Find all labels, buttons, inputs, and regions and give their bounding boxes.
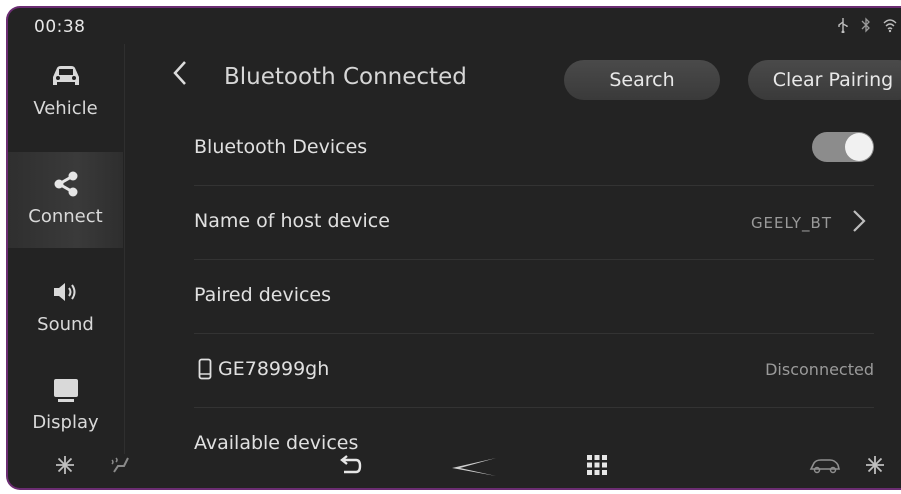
home-logo-icon[interactable] (448, 456, 498, 482)
wifi-icon (883, 17, 897, 37)
bluetooth-toggle[interactable] (812, 132, 874, 162)
speaker-icon (51, 276, 81, 308)
section-label: Paired devices (194, 284, 332, 306)
sidebar-item-label: Sound (37, 314, 94, 335)
back-button[interactable] (170, 58, 194, 88)
host-device-row[interactable]: Name of host device GEELY_BT (194, 186, 874, 260)
page-title: Bluetooth Connected (224, 64, 467, 90)
car-climate-icon[interactable] (808, 454, 842, 480)
sidebar-item-connect[interactable]: Connect (8, 152, 123, 248)
device-name: GE78999gh (218, 358, 330, 380)
bluetooth-devices-row[interactable]: Bluetooth Devices (194, 112, 874, 186)
row-label: Bluetooth Devices (194, 136, 368, 158)
fan-right-icon[interactable] (864, 454, 886, 480)
usb-icon (837, 17, 849, 37)
clear-pairing-button[interactable]: Clear Pairing (748, 60, 901, 100)
paired-device-item[interactable]: GE78999gh Disconnected (194, 334, 874, 408)
paired-devices-header: Paired devices (194, 260, 874, 334)
seat-heat-icon[interactable] (108, 454, 134, 480)
screen-frame: 00:38 Vehicle Connect Sound Display Blue… (0, 0, 901, 494)
row-label: Name of host device (194, 210, 390, 232)
fan-left-icon[interactable] (54, 454, 76, 480)
bluetooth-icon (861, 17, 871, 37)
bluetooth-settings-list: Bluetooth Devices Name of host device GE… (194, 112, 874, 481)
bottom-bar (8, 448, 901, 488)
sidebar-item-label: Connect (28, 206, 103, 227)
clock: 00:38 (34, 17, 86, 37)
toggle-knob (845, 133, 873, 161)
status-icons (837, 17, 897, 37)
share-icon (52, 168, 80, 200)
infotainment-screen: 00:38 Vehicle Connect Sound Display Blue… (6, 6, 901, 490)
sidebar-item-vehicle[interactable]: Vehicle (8, 44, 123, 140)
status-bar: 00:38 (8, 8, 901, 44)
monitor-icon (51, 374, 81, 406)
sidebar-item-label: Vehicle (33, 98, 98, 119)
host-device-value: GEELY_BT (750, 214, 832, 232)
settings-sidebar: Vehicle Connect Sound Display (8, 44, 123, 454)
device-status: Disconnected (765, 360, 874, 379)
sidebar-item-sound[interactable]: Sound (8, 260, 123, 356)
apps-grid-icon[interactable] (586, 454, 608, 480)
sidebar-item-display[interactable]: Display (8, 358, 123, 454)
phone-icon (198, 358, 212, 380)
sidebar-item-label: Display (32, 412, 99, 433)
page-header: Bluetooth Connected Search Clear Pairing (124, 44, 901, 116)
back-icon[interactable] (338, 454, 362, 480)
car-icon (49, 60, 83, 92)
chevron-right-icon (853, 210, 866, 232)
chevron-left-icon (173, 61, 186, 85)
search-button[interactable]: Search (564, 60, 720, 100)
